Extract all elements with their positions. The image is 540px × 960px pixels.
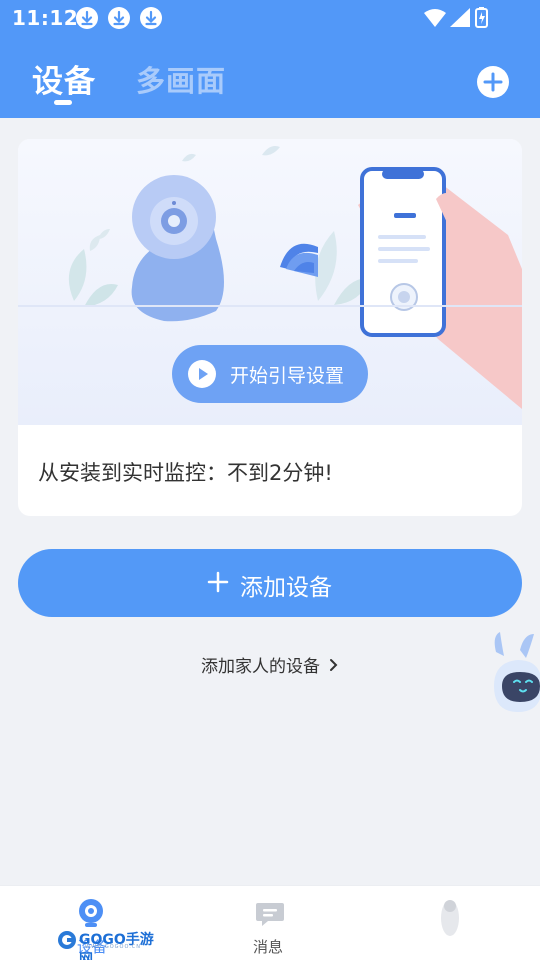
add-family-device-link[interactable]: 添加家人的设备 — [201, 652, 339, 677]
start-guide-label: 开始引导设置 — [230, 365, 345, 387]
start-guide-button[interactable]: 开始引导设置 — [172, 345, 368, 403]
guide-illustration: 开始引导设置 — [18, 139, 522, 425]
assistant-robot-icon[interactable] — [490, 630, 540, 720]
nav-item-profile[interactable] — [420, 886, 480, 960]
message-icon — [255, 901, 285, 933]
floor-line — [18, 305, 522, 307]
plus-circle-icon[interactable] — [477, 66, 509, 98]
add-device-button[interactable]: 添加设备 — [18, 549, 522, 617]
nav-item-messages[interactable]: 消息 — [230, 886, 310, 960]
nav-item-device[interactable]: 设备 GOGO手游网 WWW.GOGOO.CN — [55, 886, 165, 960]
app-header: 11:12 设备 多画面 — [0, 0, 540, 118]
guide-card: 开始引导设置 从安装到实时监控：不到2分钟! — [18, 139, 522, 516]
guide-caption: 从安装到实时监控：不到2分钟! — [38, 461, 333, 485]
nav-label-messages: 消息 — [253, 938, 284, 956]
signal-icon — [450, 8, 470, 27]
active-tab-indicator — [54, 100, 72, 105]
battery-icon — [475, 7, 488, 28]
wifi-icon — [424, 9, 446, 27]
chevron-right-icon — [329, 657, 339, 677]
watermark-subtext: WWW.GOGOO.CN — [85, 944, 142, 950]
play-icon — [188, 360, 216, 388]
tab-device[interactable]: 设备 — [32, 56, 96, 101]
download-icon — [76, 7, 98, 29]
add-family-device-label: 添加家人的设备 — [201, 657, 320, 677]
plus-icon — [207, 571, 229, 593]
add-device-label: 添加设备 — [240, 575, 332, 601]
camera-icon — [78, 898, 104, 932]
tab-multi-view[interactable]: 多画面 — [136, 58, 226, 100]
bottom-nav: 设备 GOGO手游网 WWW.GOGOO.CN 消息 — [0, 885, 540, 960]
status-time: 11:12 — [12, 6, 79, 30]
status-bar: 11:12 — [0, 0, 540, 36]
download-icon — [108, 7, 130, 29]
status-icons — [424, 7, 504, 29]
download-icon — [140, 7, 162, 29]
watermark-logo: GOGO手游网 WWW.GOGOO.CN — [57, 928, 165, 960]
profile-icon — [440, 900, 460, 944]
